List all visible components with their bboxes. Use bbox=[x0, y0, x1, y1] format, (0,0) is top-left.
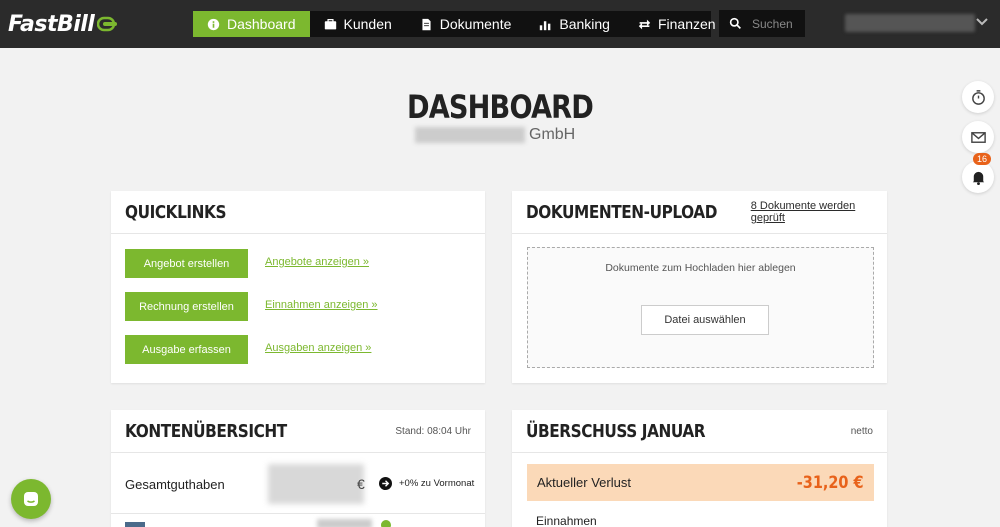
create-offer-button[interactable]: Angebot erstellen bbox=[125, 249, 248, 278]
upload-dropzone[interactable]: Dokumente zum Hochladen hier ablegen Dat… bbox=[527, 247, 874, 368]
show-offers-link[interactable]: Angebote anzeigen » bbox=[265, 256, 369, 268]
choose-file-button[interactable]: Datei auswählen bbox=[641, 305, 769, 335]
document-icon bbox=[422, 18, 431, 30]
surplus-card: ÜBERSCHUSS JANUAR netto Aktueller Verlus… bbox=[512, 410, 887, 527]
quicklink-row: Angebot erstellen bbox=[125, 249, 248, 278]
surplus-title: ÜBERSCHUSS JANUAR bbox=[526, 420, 706, 442]
nav-item-label: Dashboard bbox=[227, 16, 296, 32]
surplus-header: ÜBERSCHUSS JANUAR netto bbox=[512, 410, 887, 453]
total-balance-redacted bbox=[268, 464, 364, 504]
quicklinks-header: QUICKLINKS bbox=[111, 191, 485, 234]
company-name-redacted bbox=[415, 127, 525, 143]
search-input[interactable] bbox=[752, 16, 802, 31]
nav-item-label: Finanzen bbox=[657, 16, 716, 32]
nav-item-dashboard[interactable]: Dashboard bbox=[193, 11, 310, 37]
timer-button[interactable] bbox=[962, 81, 994, 113]
notification-count-badge: 16 bbox=[972, 153, 991, 165]
account-menu[interactable] bbox=[845, 14, 975, 32]
divider bbox=[111, 513, 485, 514]
mail-icon bbox=[970, 131, 986, 143]
current-loss-bar: Aktueller Verlust -31,20 € bbox=[527, 464, 874, 501]
quicklinks-title: QUICKLINKS bbox=[125, 201, 227, 223]
search-box[interactable] bbox=[719, 10, 805, 37]
quicklinks-card: QUICKLINKS Angebot erstellen Angebote an… bbox=[111, 191, 485, 383]
briefcase-icon bbox=[324, 18, 336, 29]
accounts-overview-card: KONTENÜBERSICHT Stand: 08:04 Uhr Gesamtg… bbox=[111, 410, 485, 527]
status-dot bbox=[381, 520, 391, 527]
chat-launcher-button[interactable] bbox=[11, 479, 51, 519]
stopwatch-icon bbox=[971, 89, 985, 105]
accounts-title: KONTENÜBERSICHT bbox=[125, 420, 287, 442]
upload-header: DOKUMENTEN-UPLOAD 8 Dokumente werden gep… bbox=[512, 191, 887, 234]
nav-item-label: Banking bbox=[559, 16, 610, 32]
month-change-text: +0% zu Vormonat bbox=[399, 478, 475, 489]
nav-item-label: Dokumente bbox=[439, 16, 512, 32]
notifications-button[interactable]: 16 bbox=[962, 153, 994, 193]
arrow-right-icon bbox=[379, 477, 392, 490]
nav-item-finanzen[interactable]: Finanzen bbox=[624, 11, 730, 37]
income-label: Einnahmen bbox=[536, 514, 597, 527]
total-balance-label: Gesamtguthaben bbox=[125, 477, 225, 492]
bell-icon bbox=[972, 171, 984, 185]
documents-in-review-link[interactable]: 8 Dokumente werden geprüft bbox=[751, 200, 873, 224]
bar-chart-icon bbox=[540, 20, 551, 30]
info-icon bbox=[207, 18, 220, 30]
net-label: netto bbox=[850, 425, 873, 437]
chat-icon bbox=[24, 492, 38, 506]
accounts-header: KONTENÜBERSICHT Stand: 08:04 Uhr bbox=[111, 410, 485, 453]
document-upload-card: DOKUMENTEN-UPLOAD 8 Dokumente werden gep… bbox=[512, 191, 887, 383]
fastbill-logo[interactable]: FastBill bbox=[8, 9, 119, 39]
company-suffix: GmbH bbox=[529, 126, 576, 143]
nav-item-banking[interactable]: Banking bbox=[525, 11, 624, 37]
top-bar: FastBill Dashboard Kunden Dokumente Bank… bbox=[0, 0, 1000, 48]
search-icon bbox=[729, 17, 741, 29]
logo-mark-icon bbox=[97, 16, 118, 32]
account-balance-redacted bbox=[317, 519, 372, 527]
current-loss-label: Aktueller Verlust bbox=[537, 475, 631, 490]
dropzone-text: Dokumente zum Hochladen hier ablegen bbox=[605, 262, 796, 274]
accounts-timestamp: Stand: 08:04 Uhr bbox=[395, 425, 471, 437]
nav-item-dokumente[interactable]: Dokumente bbox=[406, 11, 526, 37]
exchange-icon bbox=[638, 19, 651, 29]
upload-title: DOKUMENTEN-UPLOAD bbox=[526, 201, 717, 223]
logo-text: FastBill bbox=[8, 11, 95, 37]
show-income-link[interactable]: Einnahmen anzeigen » bbox=[265, 299, 378, 311]
nav-item-label: Kunden bbox=[343, 16, 392, 32]
quicklink-row: Rechnung erstellen bbox=[125, 292, 248, 321]
messages-button[interactable] bbox=[962, 121, 994, 153]
show-expenses-link[interactable]: Ausgaben anzeigen » bbox=[265, 342, 371, 354]
chevron-down-icon[interactable] bbox=[976, 17, 988, 27]
current-loss-value: -31,20 € bbox=[797, 472, 864, 493]
record-expense-button[interactable]: Ausgabe erfassen bbox=[125, 335, 248, 364]
bank-account-icon bbox=[125, 522, 145, 527]
create-invoice-button[interactable]: Rechnung erstellen bbox=[125, 292, 248, 321]
quicklink-row: Ausgabe erfassen bbox=[125, 335, 248, 364]
main-nav: Dashboard Kunden Dokumente Banking Finan… bbox=[193, 11, 716, 37]
page-title: DASHBOARD bbox=[406, 88, 594, 126]
nav-item-kunden[interactable]: Kunden bbox=[310, 11, 406, 37]
currency-symbol: € bbox=[357, 476, 365, 492]
company-name: GmbH bbox=[415, 126, 575, 144]
